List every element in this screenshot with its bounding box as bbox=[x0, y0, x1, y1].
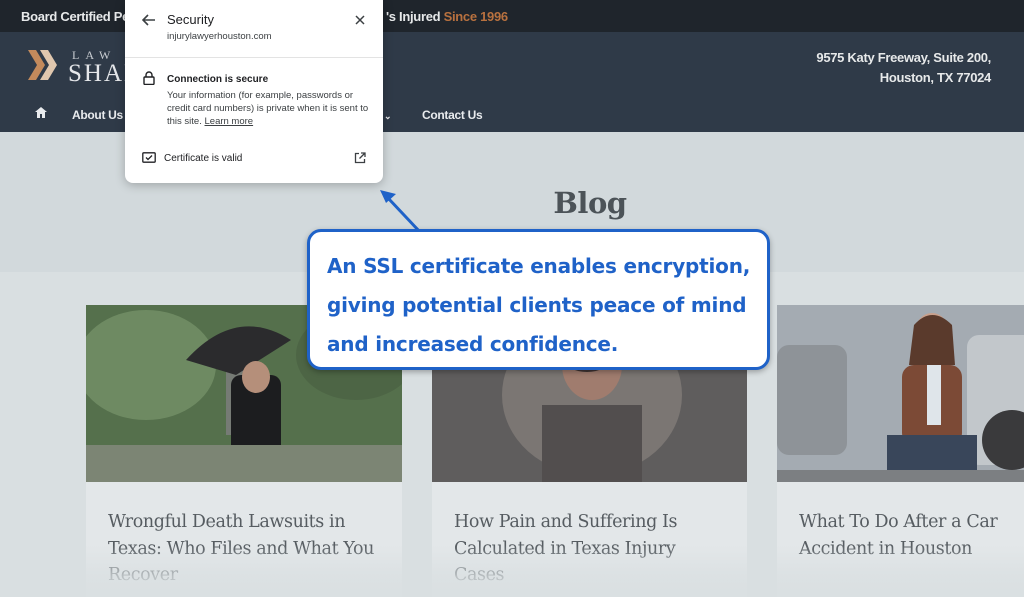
nav-about-us-label: About Us bbox=[72, 108, 123, 122]
chevron-down-icon[interactable]: ⌄ bbox=[384, 108, 392, 122]
divider bbox=[125, 57, 383, 58]
popup-domain: injurylawyerhouston.com bbox=[167, 31, 272, 42]
connection-info-text: Your information (for example, passwords… bbox=[167, 90, 369, 127]
banner-text-right: 's Injured Since 1996 bbox=[386, 9, 508, 24]
lock-icon bbox=[143, 71, 155, 85]
address-line-2: Houston, TX 77024 bbox=[879, 70, 992, 85]
back-arrow-icon[interactable] bbox=[142, 13, 156, 27]
popup-title: Security bbox=[167, 12, 214, 27]
certificate-row[interactable]: Certificate is valid bbox=[164, 153, 242, 164]
address-line-1: 9575 Katy Freeway, Suite 200, bbox=[816, 50, 991, 65]
connection-info: Your information (for example, passwords… bbox=[167, 89, 373, 128]
site-security-popup: Security injurylawyerhouston.com Connect… bbox=[125, 0, 383, 183]
bottom-fade bbox=[0, 545, 1024, 597]
banner-text-left: Board Certified Pe bbox=[21, 9, 130, 24]
office-address: 9575 Katy Freeway, Suite 200, Houston, T… bbox=[816, 48, 991, 88]
banner-injured-text: 's Injured bbox=[386, 9, 441, 24]
nav-contact-us[interactable]: Contact Us bbox=[422, 108, 483, 122]
external-link-icon[interactable] bbox=[354, 152, 366, 164]
certificate-icon bbox=[142, 152, 156, 163]
annotation-callout: An SSL certificate enables encryption, g… bbox=[307, 229, 770, 370]
learn-more-link[interactable]: Learn more bbox=[205, 116, 254, 127]
post-image[interactable] bbox=[777, 305, 1024, 482]
banner-since-text: Since 1996 bbox=[443, 9, 509, 24]
callout-text: An SSL certificate enables encryption, g… bbox=[327, 254, 751, 356]
page-title: Blog bbox=[553, 186, 627, 220]
home-icon[interactable] bbox=[35, 107, 47, 118]
logo-chevron-icon[interactable] bbox=[28, 48, 62, 82]
connection-status: Connection is secure bbox=[167, 74, 269, 85]
close-icon[interactable] bbox=[354, 14, 366, 26]
